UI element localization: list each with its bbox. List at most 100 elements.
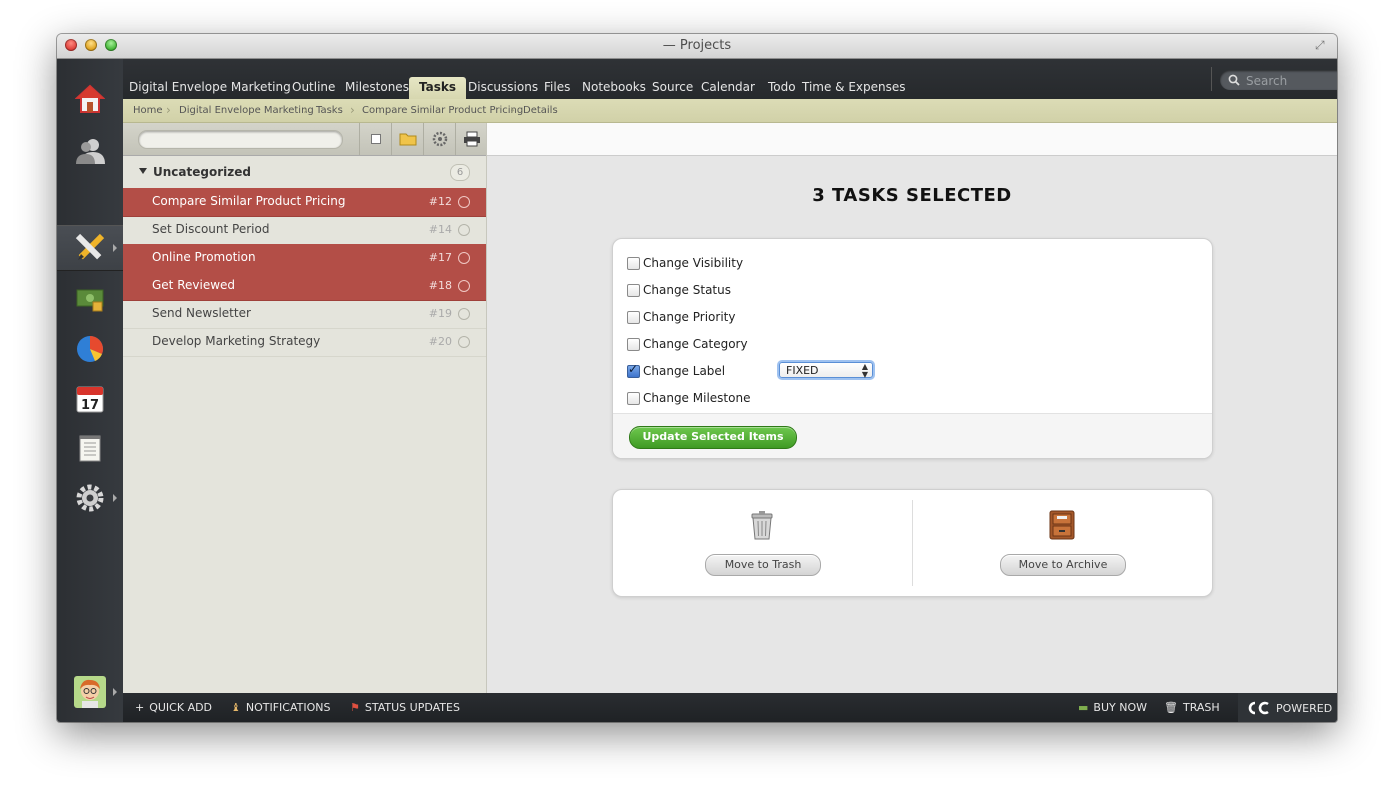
- tab-todo[interactable]: Todo: [768, 77, 796, 99]
- move-to-archive-button[interactable]: Move to Archive: [1000, 554, 1126, 576]
- sidebar-item-calendar[interactable]: 17: [57, 376, 123, 422]
- tab-notebooks[interactable]: Notebooks: [582, 77, 646, 99]
- breadcrumb-home[interactable]: Home: [133, 105, 163, 116]
- task-row[interactable]: Get Reviewed #18: [123, 272, 486, 301]
- breadcrumb: Home › Digital Envelope Marketing › Task…: [123, 99, 1337, 123]
- sidebar-item-people[interactable]: [57, 128, 123, 174]
- money-icon: [76, 289, 104, 312]
- breadcrumb-separator-icon: ›: [303, 103, 308, 117]
- card-divider: [912, 500, 913, 586]
- project-name[interactable]: Digital Envelope Marketing: [129, 77, 291, 99]
- complete-toggle[interactable]: [458, 336, 470, 348]
- change-visibility-label: Change Visibility: [643, 256, 744, 270]
- sidebar-item-money[interactable]: [57, 276, 123, 322]
- task-filter-input[interactable]: [138, 130, 343, 149]
- sidebar-item-notebooks[interactable]: [57, 425, 123, 471]
- complete-toggle[interactable]: [458, 224, 470, 236]
- pencil-tools-icon: [75, 233, 105, 260]
- breadcrumb-separator-icon: ›: [350, 103, 355, 117]
- settings-button[interactable]: [423, 123, 455, 155]
- tab-source[interactable]: Source: [652, 77, 693, 99]
- tab-milestones[interactable]: Milestones: [345, 77, 409, 99]
- global-search[interactable]: [1220, 70, 1337, 91]
- change-milestone-option[interactable]: Change Milestone: [627, 389, 750, 407]
- select-arrows-icon: ▲ ▼: [861, 362, 868, 379]
- task-row[interactable]: Set Discount Period #14: [123, 216, 486, 245]
- task-name: Online Promotion: [152, 250, 256, 264]
- tab-files[interactable]: Files: [544, 77, 570, 99]
- trash-button[interactable]: 🗑 TRASH: [1164, 701, 1220, 714]
- change-visibility-checkbox[interactable]: [627, 256, 640, 270]
- complete-toggle[interactable]: [458, 280, 470, 292]
- sidebar-item-settings[interactable]: [57, 475, 123, 521]
- tab-outline[interactable]: Outline: [292, 77, 335, 99]
- fullscreen-icon[interactable]: ⤢: [1315, 38, 1329, 52]
- search-input[interactable]: [1244, 71, 1337, 91]
- change-status-option[interactable]: Change Status: [627, 281, 731, 299]
- change-visibility-option[interactable]: Change Visibility: [627, 254, 743, 272]
- bell-icon: ♝: [231, 701, 241, 714]
- select-all-button[interactable]: [359, 123, 391, 155]
- complete-toggle[interactable]: [458, 196, 470, 208]
- status-updates-button[interactable]: ⚑ STATUS UPDATES: [350, 701, 460, 714]
- move-actions-card: Move to Trash Move to Archive: [612, 489, 1213, 597]
- complete-toggle[interactable]: [458, 308, 470, 320]
- task-row[interactable]: Send Newsletter #19: [123, 300, 486, 329]
- task-row[interactable]: Compare Similar Product Pricing #12: [123, 188, 486, 217]
- sidebar-item-reports[interactable]: [57, 326, 123, 372]
- sidebar-item-profile[interactable]: [57, 669, 123, 715]
- change-priority-checkbox[interactable]: [627, 310, 640, 324]
- tab-discussions[interactable]: Discussions: [468, 77, 538, 99]
- submenu-arrow-icon: [113, 494, 117, 502]
- title-bar: — Projects ⤢: [57, 34, 1337, 59]
- task-number: #20: [428, 335, 452, 348]
- label-select[interactable]: FIXED ▲ ▼: [779, 362, 873, 379]
- tab-calendar[interactable]: Calendar: [701, 77, 755, 99]
- detail-toolbar: [487, 123, 1337, 156]
- app-window: — Projects ⤢ 17 Digital Envelope Marketi…: [57, 34, 1337, 722]
- change-label-option[interactable]: Change Label: [627, 362, 725, 380]
- submenu-arrow-icon: [113, 688, 117, 696]
- change-milestone-checkbox[interactable]: [627, 391, 640, 405]
- folder-button[interactable]: [391, 123, 423, 155]
- tab-time-expenses[interactable]: Time & Expenses: [802, 77, 906, 99]
- change-category-option[interactable]: Change Category: [627, 335, 748, 353]
- window-title: — Projects: [662, 38, 732, 53]
- bulk-edit-footer: Update Selected Items: [613, 413, 1212, 458]
- top-navigation: Digital Envelope Marketing Outline Miles…: [123, 59, 1337, 99]
- task-row[interactable]: Online Promotion #17: [123, 244, 486, 273]
- print-button[interactable]: [455, 123, 487, 155]
- powered-by-item: POWERED: [1247, 701, 1332, 715]
- change-milestone-label: Change Milestone: [643, 391, 751, 405]
- sidebar-item-home[interactable]: [57, 76, 123, 122]
- notifications-label: NOTIFICATIONS: [245, 701, 331, 714]
- tab-tasks[interactable]: Tasks: [409, 77, 467, 99]
- folder-icon: [399, 133, 416, 146]
- breadcrumb-project[interactable]: Digital Envelope Marketing: [179, 105, 314, 116]
- change-label-label: Change Label: [643, 364, 726, 378]
- breadcrumb-task[interactable]: Compare Similar Product Pricing: [362, 105, 523, 116]
- sidebar-item-projects[interactable]: [57, 225, 123, 271]
- change-category-label: Change Category: [643, 337, 748, 351]
- group-header[interactable]: Uncategorized 6: [123, 156, 486, 188]
- quick-add-label: QUICK ADD: [149, 701, 213, 714]
- update-selected-button[interactable]: Update Selected Items: [629, 426, 797, 449]
- complete-toggle[interactable]: [458, 252, 470, 264]
- group-count-badge: 6: [450, 164, 470, 181]
- trash-label: TRASH: [1182, 701, 1220, 714]
- change-category-checkbox[interactable]: [627, 337, 640, 351]
- change-priority-option[interactable]: Change Priority: [627, 308, 735, 326]
- change-status-checkbox[interactable]: [627, 283, 640, 297]
- search-icon: [1228, 74, 1240, 86]
- change-label-checkbox[interactable]: [627, 362, 640, 378]
- quick-add-button[interactable]: + QUICK ADD: [135, 701, 212, 714]
- task-number: #18: [428, 279, 452, 292]
- task-row[interactable]: Develop Marketing Strategy #20: [123, 328, 486, 357]
- move-to-trash-button[interactable]: Move to Trash: [705, 554, 821, 576]
- notifications-button[interactable]: ♝ NOTIFICATIONS: [231, 701, 330, 714]
- disclosure-triangle-icon[interactable]: [139, 168, 147, 174]
- task-name: Set Discount Period: [152, 222, 270, 236]
- buy-now-button[interactable]: ▬ BUY NOW: [1078, 701, 1147, 714]
- powered-by[interactable]: POWERED: [1238, 693, 1337, 722]
- breadcrumb-tasks[interactable]: Tasks: [316, 105, 343, 116]
